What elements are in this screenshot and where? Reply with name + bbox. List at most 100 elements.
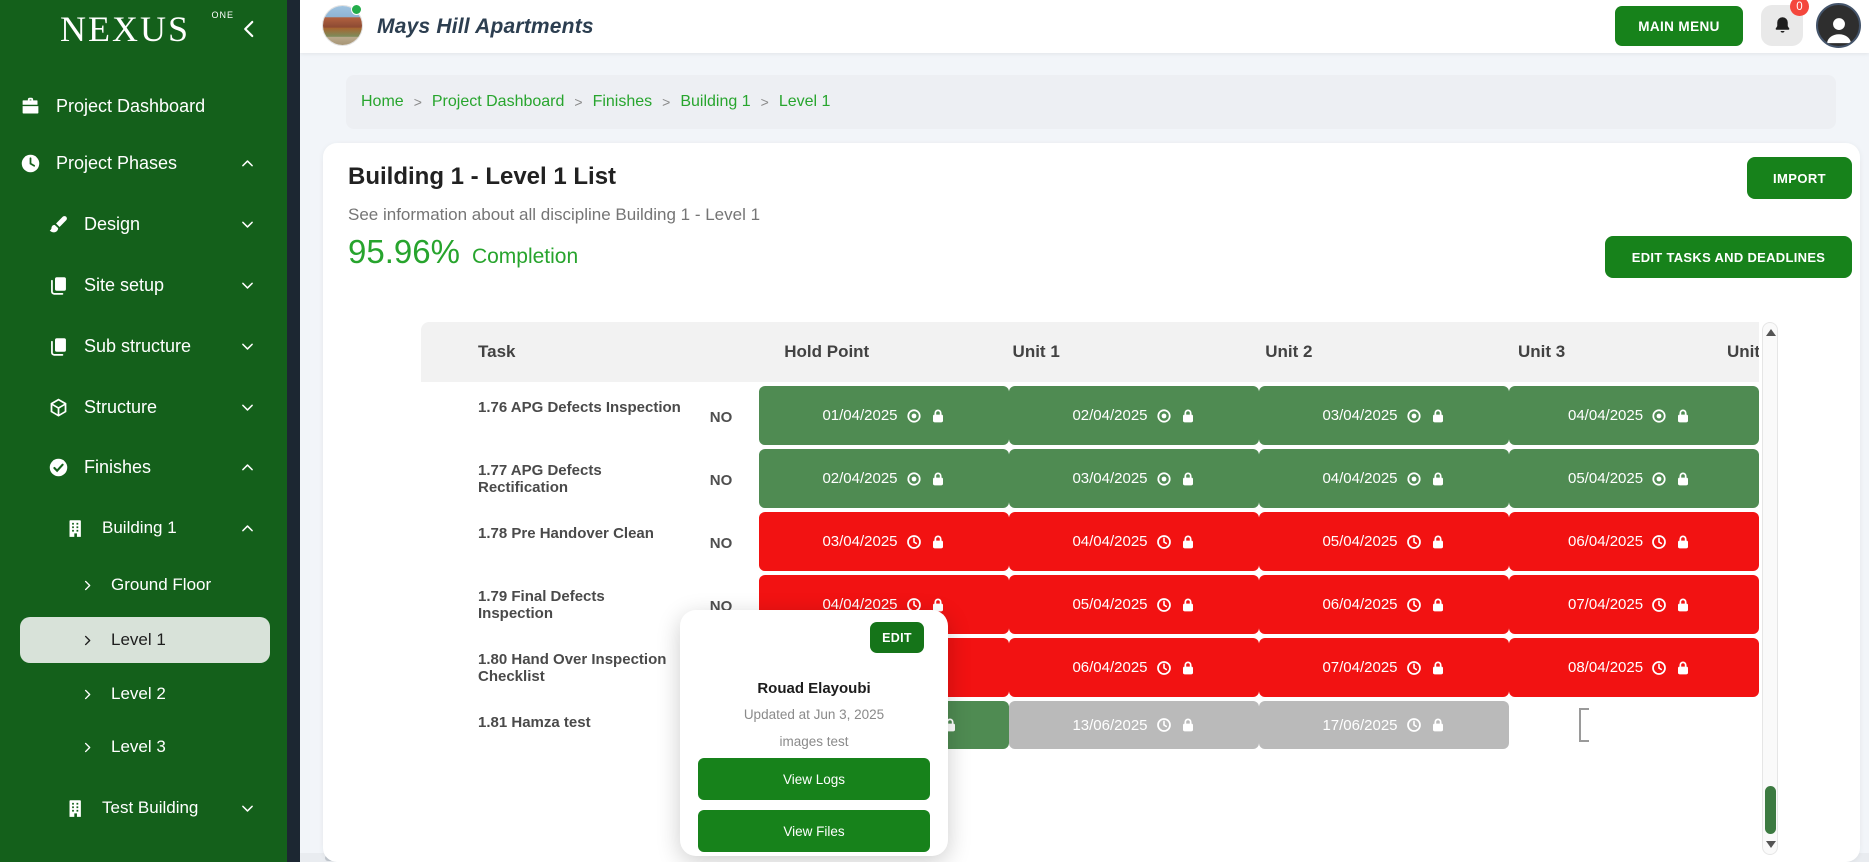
breadcrumb-link-finishes[interactable]: Finishes [593,93,653,111]
chevron-down-icon[interactable] [239,800,256,817]
cell-date: 01/04/2025 [822,407,897,424]
page-subtitle: See information about all discipline Bui… [348,205,760,225]
unit-date-cell[interactable]: 06/04/2025 [1259,575,1509,634]
sidebar-item-design[interactable]: Design [20,201,270,247]
unit-date-cell[interactable]: 06/04/2025 [1509,512,1759,571]
unit-date-cell[interactable]: 04/04/2025 [1009,512,1259,571]
target-icon [906,408,922,424]
lock-icon [1675,597,1691,613]
task-label: 1.78 Pre Handover Clean [478,525,683,542]
completion-value: 95.96% [348,233,460,271]
unit-date-cell[interactable]: 03/04/2025 [759,512,1009,571]
sidebar-item-project-phases[interactable]: Project Phases [20,140,270,186]
unit-column: 17/06/2025 [1259,701,1509,753]
cell-date: 04/04/2025 [1568,407,1643,424]
view-files-button[interactable]: View Files [698,810,930,852]
chevron-right-icon [80,740,95,755]
edit-button[interactable]: EDIT [870,622,924,653]
edit-tasks-and-deadlines-button[interactable]: EDIT TASKS AND DEADLINES [1605,236,1852,278]
table-row: 1.79 Final Defects InspectionNO04/04/202… [421,575,1759,638]
task-cell: 1.81 Hamza test [421,701,683,753]
table-row: 1.80 Hand Over Inspection ChecklistNO05/… [421,638,1759,701]
clock-icon [1156,660,1172,676]
unit-date-cell[interactable]: 05/04/2025 [1509,449,1759,508]
page-title: Building 1 - Level 1 List [348,163,616,191]
unit-column: 06/04/2025 [1009,638,1259,701]
hold-point-cell: NO [683,449,759,512]
chevron-down-icon[interactable] [239,277,256,294]
sidebar-item-level-3[interactable]: Level 3 [20,724,270,770]
sidebar-item-label: Project Phases [56,153,177,174]
top-header: Mays Hill Apartments MAIN MENU 0 [300,0,1869,53]
sidebar-item-finishes[interactable]: Finishes [20,444,270,490]
breadcrumb-link-project-dashboard[interactable]: Project Dashboard [432,93,565,111]
unit-date-cell[interactable]: 04/04/2025 [1259,449,1509,508]
scroll-down-button[interactable] [1766,841,1776,848]
lock-icon [1675,534,1691,550]
notification-count-badge: 0 [1790,0,1809,16]
unit-date-cell[interactable]: 02/04/2025 [1009,386,1259,445]
unit-date-cell[interactable]: 06/04/2025 [1009,638,1259,697]
project-title: Mays Hill Apartments [377,0,594,53]
task-label: 1.76 APG Defects Inspection [478,399,683,416]
unit-column: 07/04/2025 [1509,575,1759,638]
clock-icon [1651,534,1667,550]
import-button[interactable]: IMPORT [1747,157,1852,199]
pages-icon [48,275,69,296]
sidebar-item-level-1[interactable]: Level 1 [20,617,270,663]
unit-date-cell[interactable]: 01/04/2025 [759,386,1009,445]
cell-date: 04/04/2025 [1322,470,1397,487]
unit-date-cell[interactable]: 07/04/2025 [1509,575,1759,634]
unit-date-cell[interactable]: 17/06/2025 [1259,701,1509,749]
chevron-down-icon[interactable] [239,338,256,355]
briefcase-icon [20,96,41,117]
cell-date: 03/04/2025 [822,533,897,550]
lock-icon [1675,408,1691,424]
sidebar-item-level-2[interactable]: Level 2 [20,671,270,717]
unit-date-cell[interactable]: 03/04/2025 [1259,386,1509,445]
main-menu-button[interactable]: MAIN MENU [1615,6,1743,46]
chevron-down-icon[interactable] [239,399,256,416]
unit-column: 03/04/2025 [1259,386,1509,449]
app-logo-superscript: ONE [211,10,234,20]
breadcrumb-link-home[interactable]: Home [361,93,404,111]
breadcrumb-link-level-1[interactable]: Level 1 [779,93,831,111]
chevron-down-icon[interactable] [239,216,256,233]
sidebar-item-structure[interactable]: Structure [20,384,270,430]
unit-column: 13/06/2025 [1009,701,1259,753]
sidebar-item-site-setup[interactable]: Site setup [20,262,270,308]
sidebar-item-project-dashboard[interactable]: Project Dashboard [20,83,270,129]
cell-date: 06/04/2025 [1568,533,1643,550]
unit-date-cell[interactable]: 03/04/2025 [1009,449,1259,508]
view-logs-button[interactable]: View Logs [698,758,930,800]
unit-date-cell[interactable]: 05/04/2025 [1009,575,1259,634]
column-header-unit-2: Unit 2 [1163,322,1416,382]
chevron-up-icon[interactable] [239,459,256,476]
breadcrumb-link-building-1[interactable]: Building 1 [680,93,750,111]
cell-date: 17/06/2025 [1322,717,1397,734]
unit-date-cell[interactable]: 07/04/2025 [1259,638,1509,697]
unit-column: 05/04/2025 [1509,449,1759,512]
chevron-up-icon[interactable] [239,520,256,537]
unit-date-cell[interactable]: 05/04/2025 [1259,512,1509,571]
sidebar-collapse-button[interactable] [236,16,262,42]
task-detail-popup: EDIT Rouad Elayoubi Updated at Jun 3, 20… [680,610,948,856]
sidebar-item-test-building[interactable]: Test Building [20,785,270,831]
user-avatar[interactable] [1816,3,1861,48]
chevron-up-icon[interactable] [239,155,256,172]
scroll-up-button[interactable] [1766,329,1776,336]
sidebar-item-label: Level 1 [111,630,166,650]
unit-date-cell[interactable]: 04/04/2025 [1509,386,1759,445]
sidebar-item-ground-floor[interactable]: Ground Floor [20,562,270,608]
cell-date: 05/04/2025 [1322,533,1397,550]
unit-column: 02/04/2025 [759,449,1009,512]
target-icon [1406,471,1422,487]
unit-date-cell[interactable]: 13/06/2025 [1009,701,1259,749]
sidebar-item-building-1[interactable]: Building 1 [20,505,270,551]
sidebar-item-label: Project Dashboard [56,96,205,117]
sidebar-item-sub-structure[interactable]: Sub structure [20,323,270,369]
unit-date-cell[interactable]: 08/04/2025 [1509,638,1759,697]
unit-date-cell[interactable]: 02/04/2025 [759,449,1009,508]
table-vertical-scrollbar[interactable] [1762,322,1778,855]
vertical-scrollbar-thumb[interactable] [1765,786,1776,834]
